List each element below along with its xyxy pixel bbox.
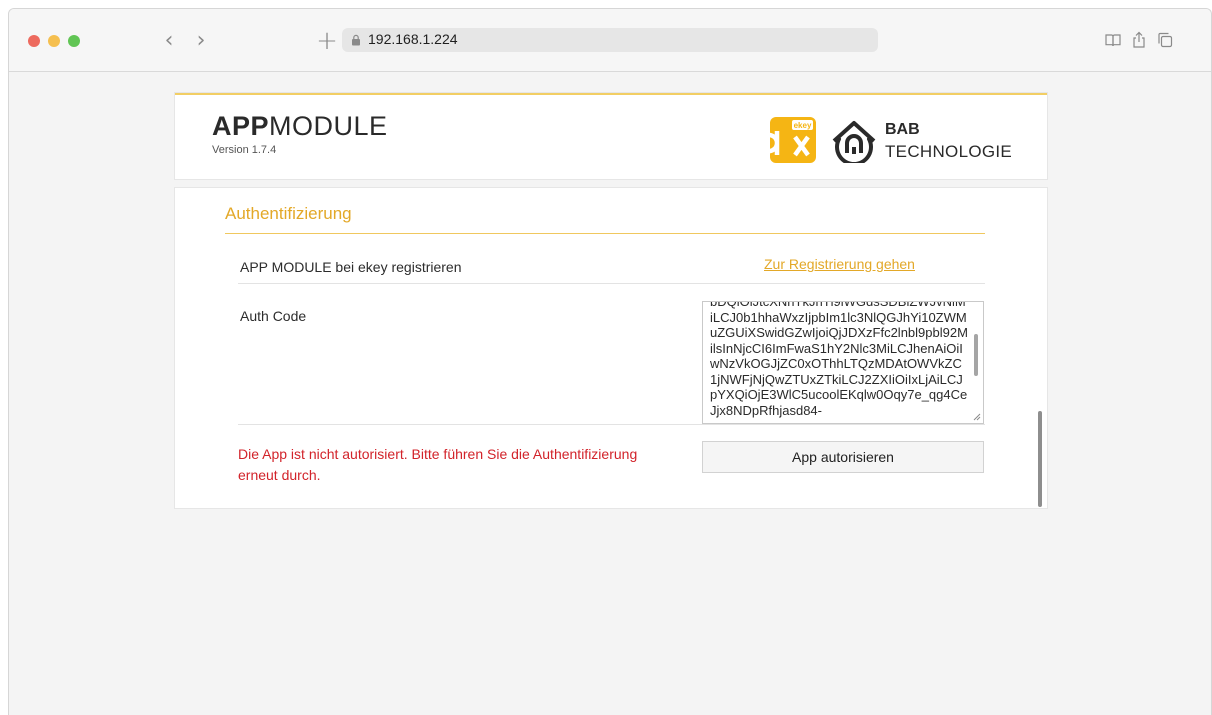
section-divider (225, 233, 985, 234)
new-tab-icon[interactable]: + (315, 27, 339, 55)
authorize-app-button[interactable]: App autorisieren (702, 441, 984, 473)
page-content: APPMODULE Version 1.7.4 ekey BAB TECHNOL… (9, 73, 1211, 715)
auth-card: Authentifizierung APP MODULE bei ekey re… (175, 188, 1047, 508)
app-title: APPMODULE (212, 111, 388, 141)
url-text: 192.168.1.224 (368, 31, 458, 47)
app-header: APPMODULE Version 1.7.4 ekey BAB TECHNOL… (175, 93, 1047, 179)
bab-logo-icon (832, 121, 876, 163)
back-icon[interactable]: ‹ (159, 29, 179, 53)
address-bar[interactable]: 192.168.1.224 (342, 28, 878, 52)
row-divider (238, 283, 985, 284)
auth-code-text: bDQiOiJtcXNhTkJhTl9iWGdsSDBiZWJvNlMiLCJ0… (710, 301, 968, 418)
browser-window: ‹ › + 192.168.1.224 APPMODULE Version 1.… (8, 8, 1212, 715)
textarea-scrollbar[interactable] (974, 334, 978, 376)
auth-code-label: Auth Code (240, 308, 307, 324)
close-window-button[interactable] (28, 35, 40, 47)
auth-code-textarea[interactable]: bDQiOiJtcXNhTkJhTl9iWGdsSDBiZWJvNlMiLCJ0… (702, 301, 984, 424)
register-label: APP MODULE bei ekey registrieren (240, 259, 462, 275)
version-label: Version 1.7.4 (212, 144, 277, 156)
bab-brand-line1: BAB (885, 121, 920, 138)
registration-link[interactable]: Zur Registrierung gehen (764, 256, 915, 272)
browser-toolbar: ‹ › + 192.168.1.224 (9, 9, 1211, 72)
share-icon[interactable] (1130, 31, 1148, 49)
svg-text:ekey: ekey (794, 121, 812, 130)
reader-icon[interactable] (1104, 31, 1122, 49)
page-scrollbar[interactable] (1038, 411, 1042, 507)
bab-brand-line2: TECHNOLOGIE (885, 142, 1013, 161)
ekey-logo-icon: ekey (770, 117, 816, 163)
error-message: Die App ist nicht autorisiert. Bitte füh… (238, 446, 638, 483)
zoom-window-button[interactable] (68, 35, 80, 47)
tabs-overview-icon[interactable] (1156, 31, 1174, 49)
forward-icon[interactable]: › (191, 29, 211, 53)
row-divider (238, 424, 985, 425)
resize-handle-icon[interactable] (971, 411, 981, 421)
lock-icon (352, 34, 360, 46)
section-title: Authentifizierung (225, 204, 352, 223)
minimize-window-button[interactable] (48, 35, 60, 47)
